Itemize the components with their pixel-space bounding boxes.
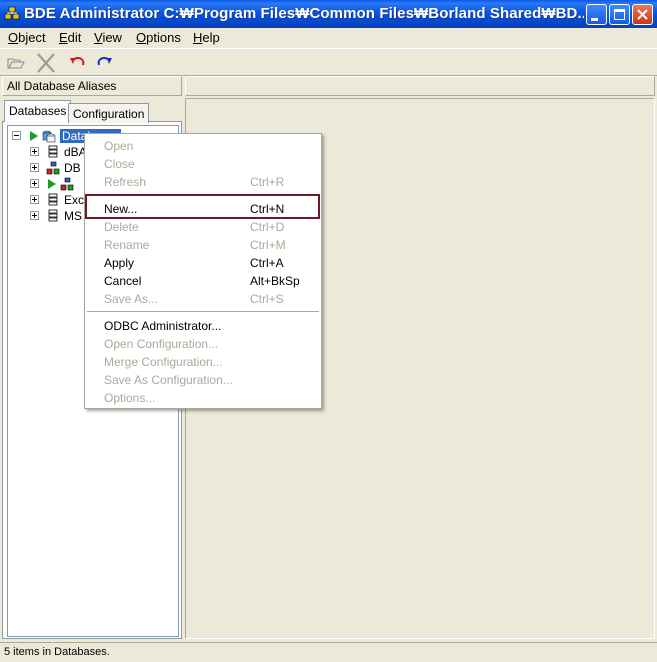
alias-icon: [48, 193, 58, 206]
tab-configuration[interactable]: Configuration: [68, 103, 150, 123]
tree-label-item: DB: [64, 161, 81, 175]
minimize-icon: [591, 18, 598, 21]
databases-icon: [42, 130, 56, 143]
menu-bar: Object Edit View Options Help: [0, 28, 657, 48]
maximize-button[interactable]: [609, 4, 630, 25]
menu-item-label: Refresh: [104, 175, 147, 189]
collapse-icon[interactable]: [12, 131, 21, 140]
menu-item-save-as-configuration[interactable]: Save As Configuration...: [86, 370, 320, 388]
expand-icon[interactable]: [30, 211, 39, 220]
highlight-box: [85, 194, 320, 219]
menu-object[interactable]: Object: [8, 30, 46, 45]
menu-help[interactable]: Help: [193, 30, 220, 45]
menu-item-apply[interactable]: Apply Ctrl+A: [86, 253, 320, 271]
menu-item-shortcut: Ctrl+S: [250, 292, 284, 306]
menu-item-label: ODBC Administrator...: [104, 319, 222, 333]
aliases-header: All Database Aliases: [2, 76, 182, 96]
menu-item-label: Cancel: [104, 274, 142, 288]
menu-item-close[interactable]: Close: [86, 154, 320, 172]
menu-item-shortcut: Ctrl+M: [250, 238, 286, 252]
menu-item-rename[interactable]: Rename Ctrl+M: [86, 235, 320, 253]
tree-label-item: MS: [64, 209, 82, 223]
expand-icon[interactable]: [30, 147, 39, 156]
menu-item-delete[interactable]: Delete Ctrl+D: [86, 217, 320, 235]
alias-icon: [48, 209, 58, 222]
status-bar: 5 items in Databases.: [0, 642, 657, 662]
menu-item-options[interactable]: Options...: [86, 388, 320, 406]
open-folder-icon[interactable]: [5, 53, 27, 73]
menu-item-label: Save As Configuration...: [104, 373, 233, 387]
menu-item-cancel[interactable]: Cancel Alt+BkSp: [86, 271, 320, 289]
menu-item-open-configuration[interactable]: Open Configuration...: [86, 334, 320, 352]
definition-header: [185, 76, 655, 96]
menu-view[interactable]: View: [94, 30, 122, 45]
menu-item-merge-configuration[interactable]: Merge Configuration...: [86, 352, 320, 370]
menu-item-label: Apply: [104, 256, 135, 270]
alias-icon: [48, 145, 58, 158]
menu-item-odbc-administrator[interactable]: ODBC Administrator...: [86, 316, 320, 334]
menu-item-label: Merge Configuration...: [104, 355, 223, 369]
undo-icon[interactable]: [67, 53, 89, 73]
expand-icon[interactable]: [30, 195, 39, 204]
menu-item-label: Save As...: [104, 292, 159, 306]
play-icon: [48, 179, 56, 189]
menu-item-save-as[interactable]: Save As... Ctrl+S: [86, 289, 320, 307]
menu-item-label: Open Configuration...: [104, 337, 219, 351]
menu-item-refresh[interactable]: Refresh Ctrl+R: [86, 172, 320, 190]
tab-databases[interactable]: Databases: [4, 100, 72, 122]
menu-item-shortcut: Ctrl+A: [250, 256, 284, 270]
menu-item-shortcut: Ctrl+D: [250, 220, 285, 234]
menu-item-label: Rename: [104, 238, 150, 252]
tree-label-item: Exc: [64, 193, 85, 207]
menu-view-label: iew: [102, 30, 122, 45]
db-alias-icon: [60, 177, 74, 191]
expand-icon[interactable]: [30, 163, 39, 172]
close-icon: [637, 9, 648, 20]
close-button[interactable]: [632, 4, 653, 25]
play-icon: [30, 131, 38, 141]
context-menu: Open Close Refresh Ctrl+R New... Ctrl+N De…: [84, 133, 322, 409]
menu-item-label: Options...: [104, 391, 156, 405]
menu-options-accel: O: [136, 30, 147, 45]
maximize-icon: [614, 9, 625, 20]
window-title: BDE Administrator C:₩Program Files₩Commo…: [24, 5, 584, 22]
title-bar[interactable]: BDE Administrator C:₩Program Files₩Commo…: [0, 0, 657, 28]
delete-x-icon[interactable]: [35, 53, 57, 73]
menu-separator: [87, 311, 319, 312]
menu-edit[interactable]: Edit: [59, 30, 81, 45]
redo-icon[interactable]: [93, 53, 115, 73]
menu-item-label: Close: [104, 157, 135, 171]
menu-options[interactable]: Options: [136, 30, 181, 45]
menu-item-label: Open: [104, 139, 134, 153]
minimize-button[interactable]: [586, 4, 607, 25]
menu-options-label: ptions: [146, 30, 181, 45]
menu-help-label: elp: [202, 30, 220, 45]
menu-object-accel: O: [8, 30, 19, 45]
menu-edit-label: dit: [67, 30, 82, 45]
menu-item-shortcut: Ctrl+R: [250, 175, 285, 189]
menu-help-accel: H: [193, 30, 203, 45]
menu-object-label: bject: [18, 30, 46, 45]
bde-app-icon: [4, 6, 20, 20]
menu-item-open[interactable]: Open: [86, 136, 320, 154]
menu-item-label: Delete: [104, 220, 139, 234]
menu-edit-accel: E: [59, 30, 68, 45]
menu-item-shortcut: Alt+BkSp: [250, 274, 300, 288]
toolbar: [0, 48, 657, 76]
db-alias-icon: [46, 161, 60, 175]
expand-icon[interactable]: [30, 179, 39, 188]
